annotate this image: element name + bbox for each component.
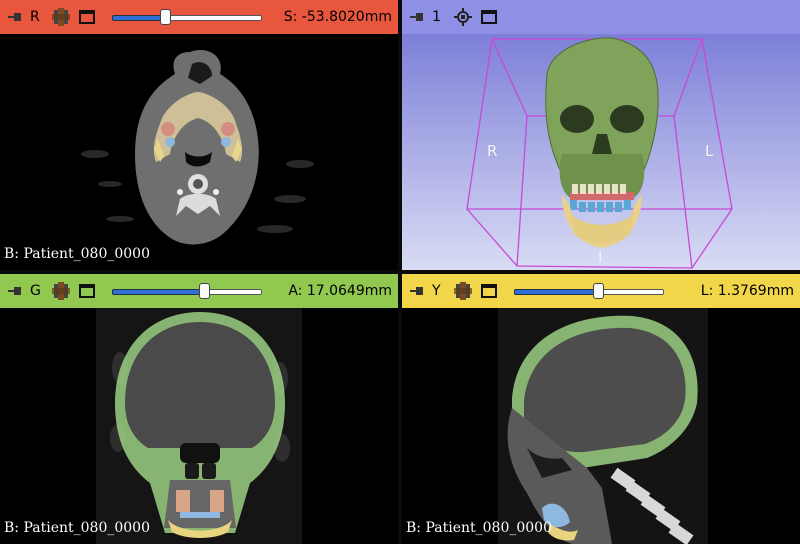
volume-caption: B: Patient_080_0000 xyxy=(406,520,552,536)
pin-icon[interactable] xyxy=(6,283,22,299)
coronal-ct-image[interactable]: B: Patient_080_0000 xyxy=(0,308,398,544)
pin-icon[interactable] xyxy=(6,9,22,25)
center-target-icon[interactable] xyxy=(454,8,472,26)
slider-thumb[interactable] xyxy=(593,283,604,299)
slice-offset-slider[interactable] xyxy=(112,282,262,300)
red-view-controller-bar: R S: -53.8020mm xyxy=(0,0,398,34)
orientation-marker-right: L xyxy=(705,142,714,160)
slider-fill xyxy=(112,289,206,295)
slice-offset-slider[interactable] xyxy=(514,282,664,300)
slider-fill xyxy=(112,15,167,21)
pin-icon[interactable] xyxy=(408,283,424,299)
view-label: R xyxy=(30,9,40,25)
slice-offset-slider[interactable] xyxy=(112,8,262,26)
green-slice-view[interactable]: G A: 17.0649mm B: Patient_080_0000 xyxy=(0,274,398,544)
window-maximize-icon[interactable] xyxy=(78,282,96,300)
slice-viewer-layout: R S: -53.8020mm B: Patient_080_0000 1 R … xyxy=(0,0,800,544)
window-maximize-icon[interactable] xyxy=(78,8,96,26)
yellow-slice-view[interactable]: Y L: 1.3769mm B: Patient_080_0000 xyxy=(402,274,800,544)
slice-offset-value: L: 1.3769mm xyxy=(700,283,794,299)
view-label: Y xyxy=(432,283,441,299)
three-d-view[interactable]: 1 R L I xyxy=(402,0,800,270)
slice-layers-icon[interactable] xyxy=(52,282,70,300)
orientation-marker-left: R xyxy=(487,142,498,160)
slice-layers-icon[interactable] xyxy=(454,282,472,300)
pin-icon[interactable] xyxy=(408,9,424,25)
orientation-marker-bottom: I xyxy=(598,248,603,266)
yellow-view-controller-bar: Y L: 1.3769mm xyxy=(402,274,800,308)
slider-thumb[interactable] xyxy=(159,9,171,25)
volume-caption: B: Patient_080_0000 xyxy=(4,520,150,536)
green-view-controller-bar: G A: 17.0649mm xyxy=(0,274,398,308)
window-maximize-icon[interactable] xyxy=(480,8,498,26)
three-d-render[interactable]: R L I xyxy=(402,34,800,270)
three-d-controller-bar: 1 xyxy=(402,0,800,34)
red-slice-view[interactable]: R S: -53.8020mm B: Patient_080_0000 xyxy=(0,0,398,270)
slider-fill xyxy=(514,289,600,295)
axial-ct-image[interactable]: B: Patient_080_0000 xyxy=(0,34,398,270)
slice-offset-value: S: -53.8020mm xyxy=(283,9,392,25)
slider-thumb[interactable] xyxy=(198,283,210,299)
sagittal-ct-image[interactable]: B: Patient_080_0000 xyxy=(402,308,800,544)
window-maximize-icon[interactable] xyxy=(480,282,498,300)
slice-layers-icon[interactable] xyxy=(52,8,70,26)
view-label: G xyxy=(30,283,41,299)
slice-offset-value: A: 17.0649mm xyxy=(288,283,392,299)
volume-caption: B: Patient_080_0000 xyxy=(4,246,150,262)
view-label: 1 xyxy=(432,9,441,25)
